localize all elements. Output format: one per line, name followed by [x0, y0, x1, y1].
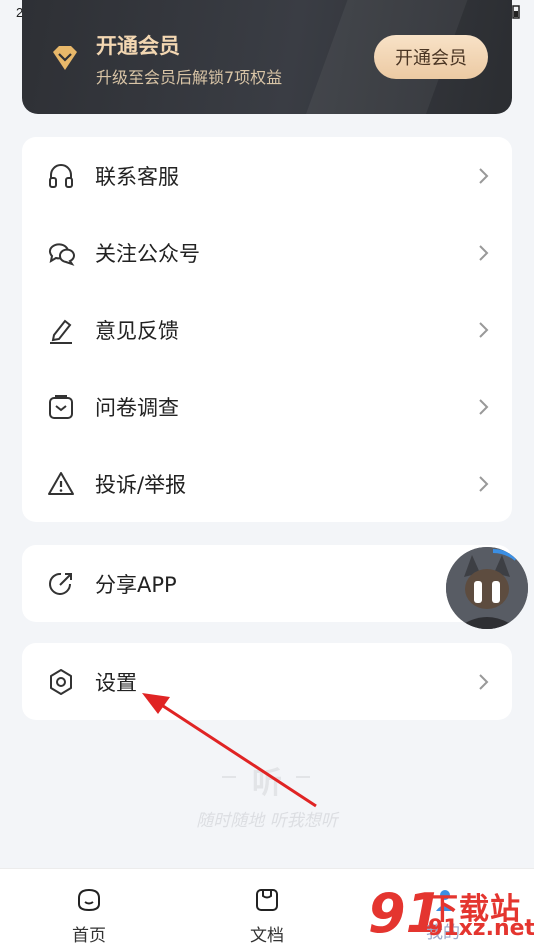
survey-icon [49, 394, 73, 419]
tagline-divider [296, 776, 310, 778]
menu-item-share-app[interactable]: 分享APP [22, 545, 512, 622]
tab-home[interactable]: 首页 [34, 869, 144, 951]
menu-item-settings[interactable]: 设置 [22, 643, 512, 720]
menu-item-label: 分享APP [95, 572, 177, 597]
settings-card: 设置 [22, 643, 512, 720]
menu-item-customer-service[interactable]: 联系客服 [22, 137, 512, 214]
chevron-right-icon [479, 475, 489, 492]
menu-item-survey[interactable]: 问卷调查 [22, 368, 512, 445]
menu-item-label: 意见反馈 [95, 318, 179, 343]
open-vip-button[interactable]: 开通会员 [374, 35, 488, 79]
tagline-mark: 听 [252, 766, 282, 801]
vip-card[interactable]: 开通会员 升级至会员后解锁7项权益 开通会员 [22, 0, 512, 114]
menu-item-follow-account[interactable]: 关注公众号 [22, 214, 512, 291]
tagline-text: 随时随地 听我想听 [196, 811, 338, 831]
chevron-right-icon [479, 167, 489, 184]
menu-item-feedback[interactable]: 意见反馈 [22, 291, 512, 368]
menu-item-label: 投诉/举报 [95, 472, 187, 497]
site-watermark: 91 下载站 我的 91xz.net [368, 878, 534, 950]
share-icon [49, 572, 72, 595]
home-face-icon [78, 888, 100, 912]
vip-subtitle: 升级至会员后解锁7项权益 [96, 68, 283, 87]
floating-player-avatar[interactable] [446, 547, 528, 629]
tab-label: 首页 [72, 926, 106, 946]
tab-documents[interactable]: 文档 [212, 869, 322, 951]
menu-item-label: 关注公众号 [95, 241, 200, 266]
avatar-image [446, 547, 528, 629]
chat-bubbles-icon [48, 242, 75, 266]
diamond-icon [53, 46, 77, 70]
chevron-right-icon [479, 673, 489, 690]
chevron-right-icon [479, 398, 489, 415]
chevron-right-icon [479, 321, 489, 338]
vip-title: 开通会员 [96, 34, 180, 58]
share-card: 分享APP [22, 545, 512, 622]
headset-icon [49, 163, 73, 188]
menu-item-label: 问卷调查 [95, 395, 179, 420]
tab-label: 文档 [250, 926, 284, 946]
hexagon-settings-icon [50, 668, 72, 695]
chevron-right-icon [479, 244, 489, 261]
pen-icon [50, 319, 72, 344]
menu-item-label: 设置 [95, 670, 137, 695]
warning-icon [48, 471, 74, 495]
battery-icon [512, 5, 520, 19]
document-bag-icon [256, 889, 278, 911]
menu-item-label: 联系客服 [95, 164, 179, 189]
watermark-url: 91xz.net [428, 916, 534, 941]
menu-card: 联系客服 关注公众号 意见反馈 问卷调查 投诉/举报 [22, 137, 512, 522]
menu-item-report[interactable]: 投诉/举报 [22, 445, 512, 522]
